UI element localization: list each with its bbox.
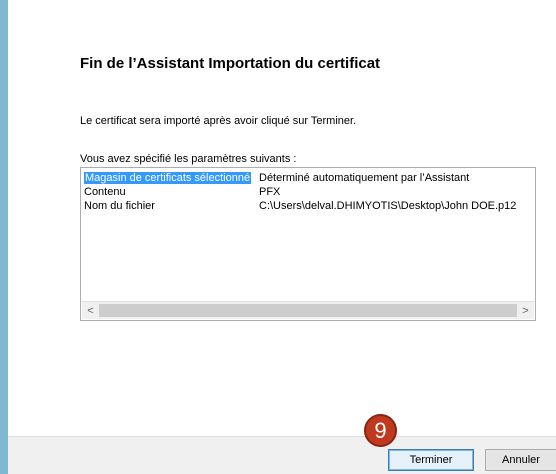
settings-list[interactable]: Magasin de certificats sélectionné Déter… <box>80 167 536 321</box>
settings-row[interactable]: Nom du fichier C:\Users\delval.DHIMYOTIS… <box>84 199 535 213</box>
scroll-track[interactable] <box>99 303 517 318</box>
scroll-thumb[interactable] <box>99 304 517 317</box>
wizard-window: Fin de l’Assistant Importation du certif… <box>0 0 556 474</box>
setting-key: Contenu <box>84 186 126 198</box>
settings-row[interactable]: Magasin de certificats sélectionné Déter… <box>84 171 535 185</box>
setting-value: PFX <box>259 186 281 198</box>
setting-key: Magasin de certificats sélectionné <box>84 172 252 184</box>
params-label: Vous avez spécifié les paramètres suivan… <box>80 153 297 165</box>
wizard-title: Fin de l’Assistant Importation du certif… <box>80 55 381 72</box>
scroll-right-icon[interactable]: > <box>517 302 534 319</box>
setting-value: C:\Users\delval.DHIMYOTIS\Desktop\John D… <box>259 200 517 212</box>
setting-key: Nom du fichier <box>84 200 155 212</box>
scroll-left-icon[interactable]: < <box>82 302 99 319</box>
cancel-button[interactable]: Annuler <box>485 449 556 471</box>
step-number-badge: 9 <box>364 414 397 447</box>
finish-button[interactable]: Terminer <box>388 449 474 471</box>
setting-value: Déterminé automatiquement par l’Assistan… <box>259 172 470 184</box>
wizard-description: Le certificat sera importé après avoir c… <box>80 115 357 127</box>
settings-row[interactable]: Contenu PFX <box>84 185 535 199</box>
horizontal-scrollbar[interactable]: < > <box>82 301 534 319</box>
